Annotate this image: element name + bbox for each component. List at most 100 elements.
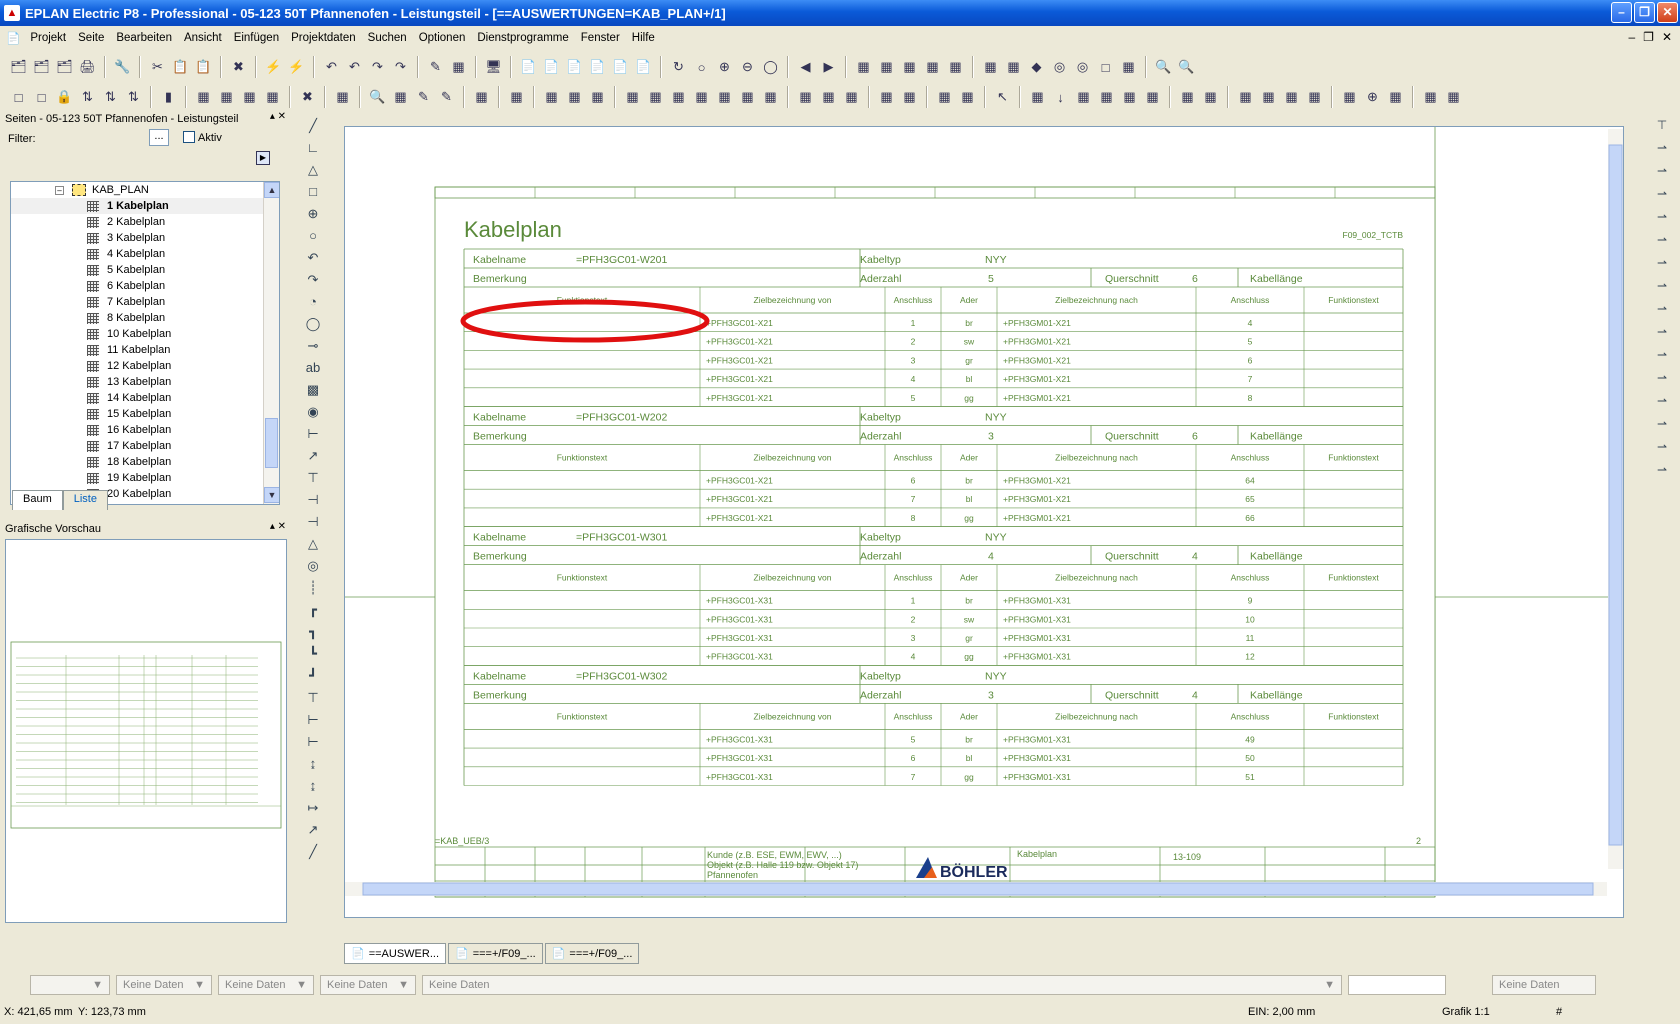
chevron-down-icon[interactable]: ▼ xyxy=(398,979,409,991)
mdi-restore-button[interactable]: ❐ xyxy=(1643,30,1654,44)
tree-page-item[interactable]: 17 Kabelplan xyxy=(11,438,279,454)
toolbar-tool-icon[interactable]: ▦ xyxy=(1027,87,1048,108)
symbol-tool-icon[interactable]: ⊤ xyxy=(1650,118,1674,141)
drawing-tool-icon[interactable]: ⊤ xyxy=(300,690,326,712)
toolbar-tool-icon[interactable]: 🖥 xyxy=(483,57,504,78)
tree-page-item[interactable]: 5 Kabelplan xyxy=(11,262,279,278)
toolbar-tool-icon[interactable]: ▦ xyxy=(587,87,608,108)
drawing-tool-icon[interactable]: ⊣ xyxy=(300,492,326,514)
menu-seite[interactable]: Seite xyxy=(72,32,110,44)
symbol-tool-icon[interactable]: ⇀ xyxy=(1650,325,1674,348)
toolbar-tool-icon[interactable]: 📄 xyxy=(610,57,631,78)
menu-projekt[interactable]: Projekt xyxy=(24,32,72,44)
toolbar-tool-icon[interactable]: ↓ xyxy=(1050,87,1071,108)
toolbar-tool-icon[interactable]: ▦ xyxy=(668,87,689,108)
filter-apply-button[interactable]: ▶ xyxy=(256,151,270,165)
toolbar-tool-icon[interactable]: ▦ xyxy=(795,87,816,108)
tree-page-item[interactable]: 13 Kabelplan xyxy=(11,374,279,390)
scroll-down-icon[interactable]: ▼ xyxy=(264,487,279,503)
mdi-close-button[interactable]: ✕ xyxy=(1662,30,1672,44)
toolbar-tool-icon[interactable]: ▦ xyxy=(1385,87,1406,108)
toolbar-tool-icon[interactable]: ▮ xyxy=(158,87,179,108)
toolbar-tool-icon[interactable]: ◯ xyxy=(760,57,781,78)
toolbar-tool-icon[interactable]: ▦ xyxy=(876,57,897,78)
toolbar-tool-icon[interactable]: ⊕ xyxy=(714,57,735,78)
toolbar-tool-icon[interactable]: ▦ xyxy=(645,87,666,108)
tree-page-item[interactable]: 15 Kabelplan xyxy=(11,406,279,422)
toolbar-tool-icon[interactable]: 📄 xyxy=(518,57,539,78)
symbol-tool-icon[interactable]: ⇀ xyxy=(1650,256,1674,279)
toolbar-tool-icon[interactable]: ↷ xyxy=(390,57,411,78)
property-combo[interactable]: ▼ xyxy=(30,975,110,995)
toolbar-tool-icon[interactable]: ↷ xyxy=(367,57,388,78)
toolbar-tool-icon[interactable]: ▦ xyxy=(1073,87,1094,108)
toolbar-tool-icon[interactable]: ▶ xyxy=(818,57,839,78)
toolbar-tool-icon[interactable]: ▦ xyxy=(1177,87,1198,108)
property-combo[interactable]: Keine Daten ▼ xyxy=(116,975,212,995)
drawing-tool-icon[interactable]: ┗ xyxy=(300,646,326,668)
drawing-tool-icon[interactable]: ◎ xyxy=(300,558,326,580)
drawing-tool-icon[interactable]: ⊢ xyxy=(300,734,326,756)
toolbar-tool-icon[interactable]: ▦ xyxy=(262,87,283,108)
chevron-down-icon[interactable]: ▼ xyxy=(1324,979,1335,991)
drawing-tool-icon[interactable]: ┊ xyxy=(300,580,326,602)
toolbar-tool-icon[interactable]: ⊖ xyxy=(737,57,758,78)
toolbar-tool-icon[interactable]: ▦ xyxy=(980,57,1001,78)
tree-page-item[interactable]: 18 Kabelplan xyxy=(11,454,279,470)
tree-page-item[interactable]: 4 Kabelplan xyxy=(11,246,279,262)
toolbar-tool-icon[interactable]: 📄 xyxy=(541,57,562,78)
toolbar-tool-icon[interactable]: ▦ xyxy=(714,87,735,108)
drawing-canvas[interactable]: Kabelplan F09_002_TCTB Kabelname =PFH3GC0… xyxy=(344,126,1624,918)
toolbar-tool-icon[interactable]: 📋 xyxy=(193,57,214,78)
drawing-tool-icon[interactable]: ⊣ xyxy=(300,514,326,536)
drawing-tool-icon[interactable]: ╱ xyxy=(300,118,326,140)
toolbar-tool-icon[interactable]: ✎ xyxy=(425,57,446,78)
toolbar-tool-icon[interactable]: ▦ xyxy=(1142,87,1163,108)
symbol-tool-icon[interactable]: ⇀ xyxy=(1650,233,1674,256)
page-tab[interactable]: 📄 ==AUSWER... xyxy=(344,943,446,964)
toolbar-tool-icon[interactable]: ↶ xyxy=(344,57,365,78)
drawing-tool-icon[interactable]: ⊢ xyxy=(300,426,326,448)
menu-einfügen[interactable]: Einfügen xyxy=(228,32,285,44)
scroll-up-icon[interactable]: ▲ xyxy=(264,182,279,198)
toolbar-tool-icon[interactable]: ▦ xyxy=(818,87,839,108)
toolbar-tool-icon[interactable]: ▦ xyxy=(899,87,920,108)
drawing-tool-icon[interactable]: ┏ xyxy=(300,602,326,624)
toolbar-tool-icon[interactable]: ⇅ xyxy=(77,87,98,108)
page-tab[interactable]: 📄 ===+/F09_... xyxy=(448,943,543,964)
toolbar-tool-icon[interactable]: ▦ xyxy=(622,87,643,108)
toolbar-tool-icon[interactable]: ↶ xyxy=(321,57,342,78)
symbol-tool-icon[interactable]: ⇀ xyxy=(1650,440,1674,463)
drawing-tool-icon[interactable]: ab xyxy=(300,360,326,382)
symbol-tool-icon[interactable]: ⇀ xyxy=(1650,463,1674,486)
toolbar-tool-icon[interactable]: 🔍 xyxy=(367,87,388,108)
symbol-tool-icon[interactable]: ⇀ xyxy=(1650,164,1674,187)
toolbar-tool-icon[interactable]: ▦ xyxy=(1443,87,1464,108)
toolbar-tool-icon[interactable]: ⇅ xyxy=(123,87,144,108)
toolbar-tool-icon[interactable]: 📄 xyxy=(564,57,585,78)
tree-page-item[interactable]: 14 Kabelplan xyxy=(11,390,279,406)
symbol-tool-icon[interactable]: ⇀ xyxy=(1650,187,1674,210)
toolbar-tool-icon[interactable]: □ xyxy=(31,87,52,108)
toolbar-tool-icon[interactable]: ▦ xyxy=(876,87,897,108)
toolbar-tool-icon[interactable]: ⚡ xyxy=(263,57,284,78)
menu-dienstprogramme[interactable]: Dienstprogramme xyxy=(471,32,574,44)
drawing-tool-icon[interactable]: ∟ xyxy=(300,140,326,162)
property-combo[interactable]: Keine Daten ▼ xyxy=(218,975,314,995)
page-tab[interactable]: 📄 ===+/F09_... xyxy=(544,943,640,964)
restore-button[interactable]: ❐ xyxy=(1634,2,1655,23)
drawing-tool-icon[interactable]: ▩ xyxy=(300,382,326,404)
toolbar-tool-icon[interactable]: ▦ xyxy=(899,57,920,78)
toolbar-tool-icon[interactable]: ✖ xyxy=(228,57,249,78)
property-combo-right[interactable]: Keine Daten xyxy=(1492,975,1596,995)
symbol-tool-icon[interactable]: ⇀ xyxy=(1650,141,1674,164)
toolbar-tool-icon[interactable]: ⇅ xyxy=(100,87,121,108)
drawing-tool-icon[interactable]: ◉ xyxy=(300,404,326,426)
toolbar-tool-icon[interactable]: ◎ xyxy=(1072,57,1093,78)
toolbar-tool-icon[interactable]: □ xyxy=(1095,57,1116,78)
symbol-tool-icon[interactable]: ⇀ xyxy=(1650,348,1674,371)
tree-page-item[interactable]: 19 Kabelplan xyxy=(11,470,279,486)
toolbar-tool-icon[interactable]: ▦ xyxy=(1003,57,1024,78)
toolbar-tool-icon[interactable]: ▦ xyxy=(1420,87,1441,108)
close-button[interactable]: ✕ xyxy=(1657,2,1678,23)
